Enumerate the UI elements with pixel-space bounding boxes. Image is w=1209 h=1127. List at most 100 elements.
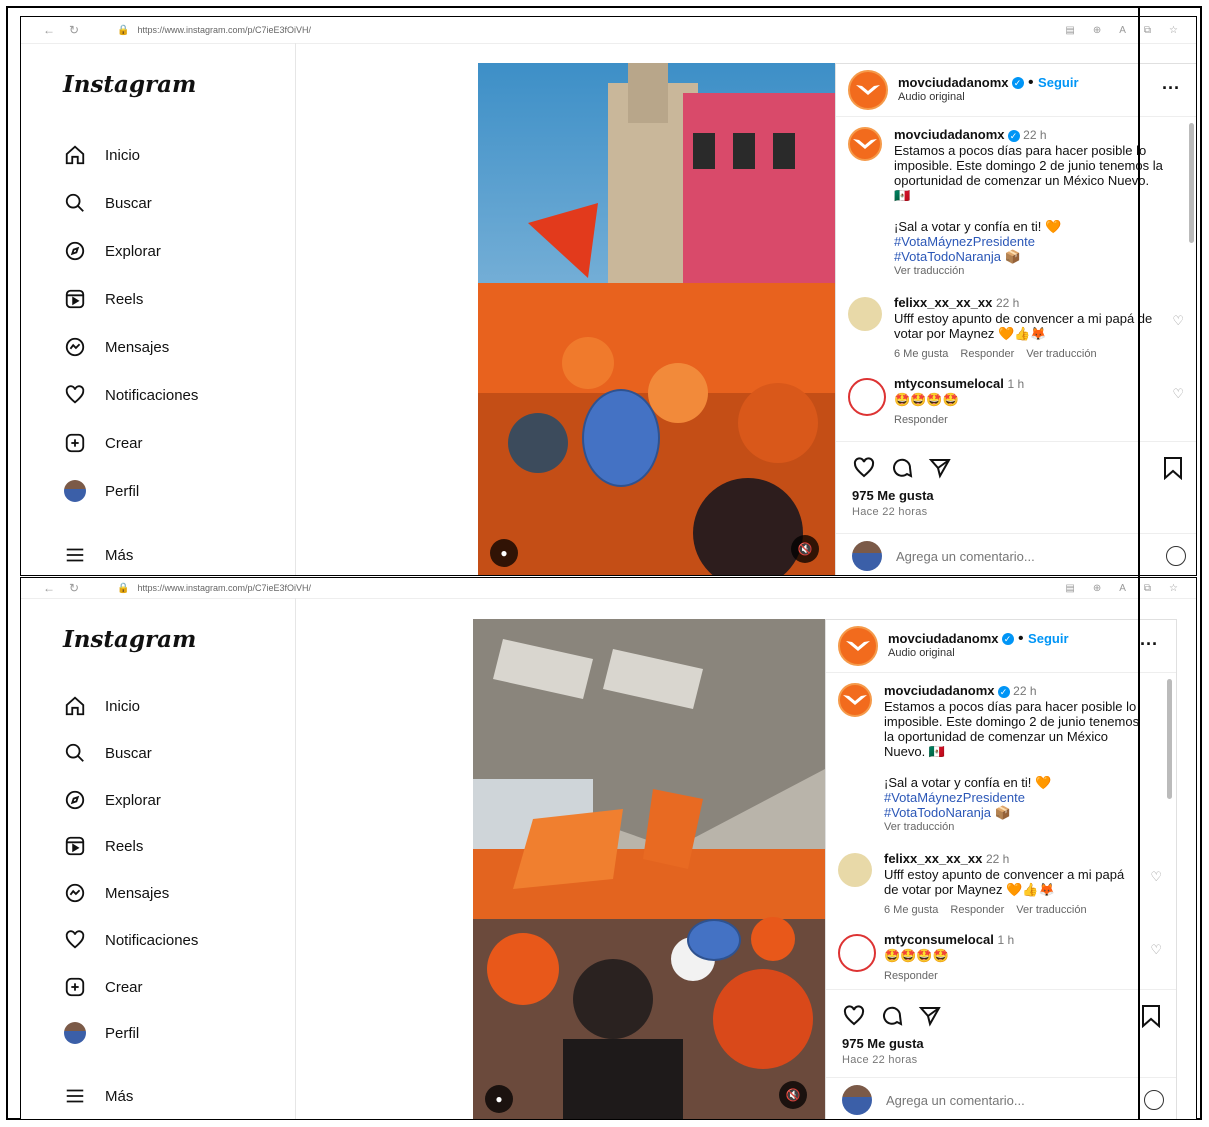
caption-avatar[interactable] (838, 683, 872, 717)
reply-button[interactable]: Responder (960, 348, 1014, 360)
mute-button[interactable]: 🔇 (791, 535, 819, 563)
caption-username[interactable]: movciudadanomx (884, 683, 995, 698)
comment-likes[interactable]: 6 Me gusta (884, 904, 938, 916)
comments-list[interactable]: movciudadanomx ✓ 22 h Estamos a pocos día… (826, 673, 1176, 989)
like-icon[interactable] (852, 456, 876, 480)
commenter-avatar[interactable] (848, 297, 882, 331)
comment-username[interactable]: mtyconsumelocal (884, 932, 994, 947)
reply-button[interactable]: Responder (950, 904, 1004, 916)
extensions-icon[interactable]: ⧉ (1144, 583, 1151, 594)
audio-label[interactable]: Audio original (888, 646, 1069, 661)
hashtag-link[interactable]: #VotaMáynezPresidente (894, 234, 1164, 249)
sidebar-item-buscar[interactable]: Buscar (63, 739, 152, 767)
post-username[interactable]: movciudadanomx (888, 631, 999, 646)
like-comment-icon[interactable]: ♡ (1172, 386, 1184, 401)
see-translation-link[interactable]: Ver traducción (1026, 348, 1096, 360)
instagram-logo[interactable]: Instagram (63, 71, 196, 98)
read-aloud-icon[interactable]: A (1119, 583, 1126, 594)
more-options-icon[interactable]: ··· (1140, 634, 1158, 655)
sidebar-item-explorar[interactable]: Explorar (63, 237, 161, 265)
back-icon[interactable]: ← (43, 23, 55, 37)
hashtag-link[interactable]: #VotaTodoNaranja 📦 (884, 805, 1142, 820)
bookmark-icon[interactable] (1140, 1004, 1162, 1028)
emoji-icon[interactable] (1144, 1090, 1164, 1110)
reply-button[interactable]: Responder (884, 970, 938, 982)
read-aloud-icon[interactable]: A (1119, 25, 1126, 36)
reload-icon[interactable]: ↻ (69, 23, 79, 37)
sidebar-item-explorar[interactable]: Explorar (63, 786, 161, 814)
sidebar-item-mas[interactable]: Más (63, 541, 133, 569)
sidebar-item-reels[interactable]: Reels (63, 285, 143, 313)
see-translation-link[interactable]: Ver traducción (894, 264, 1164, 279)
comment-input[interactable]: Agrega un comentario... (886, 1093, 1025, 1108)
reader-icon[interactable]: ▤ (1065, 25, 1074, 36)
url-text[interactable]: https://www.instagram.com/p/C7ieE3fOiVH/ (137, 25, 311, 35)
like-comment-icon[interactable]: ♡ (1150, 869, 1162, 884)
extensions-icon[interactable]: ⧉ (1144, 25, 1151, 36)
reader-icon[interactable]: ▤ (1065, 583, 1074, 594)
comment-username[interactable]: mtyconsumelocal (894, 376, 1004, 391)
hashtag-link[interactable]: #VotaMáynezPresidente (884, 790, 1142, 805)
commenter-avatar[interactable] (848, 378, 886, 416)
comment-input[interactable]: Agrega un comentario... (896, 549, 1035, 564)
comment-likes[interactable]: 6 Me gusta (894, 348, 948, 360)
post-username[interactable]: movciudadanomx (898, 75, 1009, 90)
comment-username[interactable]: felixx_xx_xx_xx (884, 851, 982, 866)
caption-avatar[interactable] (848, 127, 882, 161)
see-translation-link[interactable]: Ver traducción (884, 820, 1142, 835)
likes-count[interactable]: 975 Me gusta (826, 1036, 1176, 1051)
sidebar-item-crear[interactable]: Crear (63, 429, 143, 457)
sidebar-item-notificaciones[interactable]: Notificaciones (63, 926, 198, 954)
zoom-icon[interactable]: ⊕ (1093, 25, 1101, 36)
hashtag-link[interactable]: #VotaTodoNaranja 📦 (894, 249, 1164, 264)
account-avatar[interactable] (838, 626, 878, 666)
instagram-logo[interactable]: Instagram (63, 626, 196, 653)
favorite-icon[interactable]: ☆ (1169, 583, 1178, 594)
address-bar[interactable]: ← ↻ 🔒 https://www.instagram.com/p/C7ieE3f… (21, 17, 1196, 44)
tag-people-button[interactable]: ● (485, 1085, 513, 1113)
tag-people-button[interactable]: ● (490, 539, 518, 567)
mute-button[interactable]: 🔇 (779, 1081, 807, 1109)
share-icon[interactable] (928, 456, 952, 480)
see-translation-link[interactable]: Ver traducción (1016, 904, 1086, 916)
sidebar-item-notificaciones[interactable]: Notificaciones (63, 381, 198, 409)
sidebar-item-inicio[interactable]: Inicio (63, 692, 140, 720)
reply-button[interactable]: Responder (894, 414, 948, 426)
follow-button[interactable]: Seguir (1028, 631, 1068, 646)
favorite-icon[interactable]: ☆ (1169, 25, 1178, 36)
commenter-avatar[interactable] (838, 853, 872, 887)
share-icon[interactable] (918, 1004, 942, 1028)
comment-icon[interactable] (880, 1004, 904, 1028)
more-options-icon[interactable]: ··· (1162, 78, 1180, 99)
address-bar[interactable]: ← ↻ 🔒 https://www.instagram.com/p/C7ieE3f… (21, 578, 1196, 599)
like-icon[interactable] (842, 1004, 866, 1028)
sidebar-item-perfil[interactable]: Perfil (63, 477, 139, 505)
sidebar-item-crear[interactable]: Crear (63, 973, 143, 1001)
back-icon[interactable]: ← (43, 581, 55, 595)
reel-video[interactable]: ● 🔇 (473, 619, 825, 1119)
reel-video[interactable]: ● 🔇 (478, 63, 835, 575)
sidebar-item-mensajes[interactable]: Mensajes (63, 333, 169, 361)
reload-icon[interactable]: ↻ (69, 581, 79, 595)
sidebar-item-reels[interactable]: Reels (63, 832, 143, 860)
sidebar-item-mas[interactable]: Más (63, 1082, 133, 1110)
zoom-icon[interactable]: ⊕ (1093, 583, 1101, 594)
sidebar-item-mensajes[interactable]: Mensajes (63, 879, 169, 907)
sidebar-item-perfil[interactable]: Perfil (63, 1019, 139, 1047)
bookmark-icon[interactable] (1162, 456, 1184, 480)
audio-label[interactable]: Audio original (898, 90, 1079, 105)
follow-button[interactable]: Seguir (1038, 75, 1078, 90)
like-comment-icon[interactable]: ♡ (1150, 942, 1162, 957)
likes-count[interactable]: 975 Me gusta (836, 488, 1196, 503)
comments-list[interactable]: movciudadanomx ✓ 22 h Estamos a pocos día… (836, 117, 1196, 441)
emoji-icon[interactable] (1166, 546, 1186, 566)
url-text[interactable]: https://www.instagram.com/p/C7ieE3fOiVH/ (137, 583, 311, 593)
sidebar-item-inicio[interactable]: Inicio (63, 141, 140, 169)
sidebar-item-buscar[interactable]: Buscar (63, 189, 152, 217)
caption-username[interactable]: movciudadanomx (894, 127, 1005, 142)
commenter-avatar[interactable] (838, 934, 876, 972)
comment-username[interactable]: felixx_xx_xx_xx (894, 295, 992, 310)
comment-icon[interactable] (890, 456, 914, 480)
account-avatar[interactable] (848, 70, 888, 110)
like-comment-icon[interactable]: ♡ (1172, 313, 1184, 328)
